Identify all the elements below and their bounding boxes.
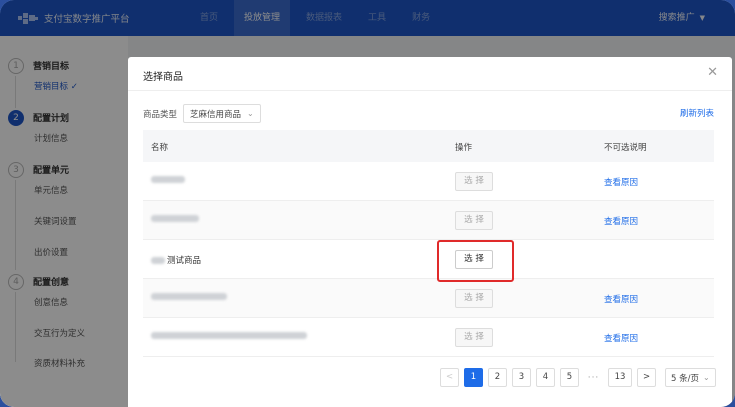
product-name bbox=[151, 176, 185, 183]
refresh-list-link[interactable]: 刷新列表 bbox=[680, 107, 714, 119]
product-type-filter: 商品类型 芝麻信用商品 ⌄ bbox=[143, 104, 261, 123]
redacted-text bbox=[151, 256, 165, 264]
product-name-text: 测试商品 bbox=[167, 256, 202, 266]
page-button-4[interactable]: 4 bbox=[536, 368, 555, 387]
redacted-text bbox=[151, 293, 227, 300]
table-row: 选 择 查看原因 bbox=[143, 162, 714, 201]
modal-title: 选择商品 bbox=[143, 72, 183, 83]
filter-label: 商品类型 bbox=[143, 109, 178, 120]
page-button-2[interactable]: 2 bbox=[488, 368, 507, 387]
table-row: 选 择 查看原因 bbox=[143, 279, 714, 318]
product-type-select[interactable]: 芝麻信用商品 ⌄ bbox=[183, 104, 261, 123]
page-button-3[interactable]: 3 bbox=[512, 368, 531, 387]
select-button[interactable]: 选 择 bbox=[455, 328, 493, 347]
close-icon[interactable]: ✕ bbox=[707, 65, 718, 81]
chevron-down-icon: ⌄ bbox=[702, 373, 710, 382]
redacted-text bbox=[151, 332, 307, 339]
product-type-value: 芝麻信用商品 bbox=[190, 109, 242, 120]
table-row: 测试商品 选 择 bbox=[143, 240, 714, 279]
product-table: 名称 操作 不可选说明 选 择 查看原因 选 择 查看原因 测试商品 选 择 选… bbox=[143, 130, 714, 357]
redacted-text bbox=[151, 176, 185, 183]
page-size-value: 5 条/页 bbox=[671, 373, 699, 384]
next-page-button[interactable]: > bbox=[637, 368, 656, 387]
select-button[interactable]: 选 择 bbox=[455, 172, 493, 191]
highlight-box bbox=[437, 240, 514, 282]
view-reason-link[interactable]: 查看原因 bbox=[604, 215, 638, 227]
page-ellipsis[interactable]: ··· bbox=[584, 373, 603, 383]
column-header-action: 操作 bbox=[455, 143, 473, 153]
page-button-5[interactable]: 5 bbox=[560, 368, 579, 387]
table-header: 名称 操作 不可选说明 bbox=[143, 130, 714, 162]
select-product-modal: 选择商品 ✕ 商品类型 芝麻信用商品 ⌄ 刷新列表 名称 操作 不可选说明 选 … bbox=[128, 57, 732, 407]
table-row: 选 择 查看原因 bbox=[143, 201, 714, 240]
product-name bbox=[151, 293, 227, 300]
column-header-note: 不可选说明 bbox=[604, 143, 647, 153]
select-button[interactable]: 选 择 bbox=[455, 211, 493, 230]
select-button[interactable]: 选 择 bbox=[455, 289, 493, 308]
pagination: < 1 2 3 4 5 ··· 13 > 5 条/页 ⌄ bbox=[440, 368, 716, 387]
app-window: 支付宝数字推广平台 首页 投放管理 数据报表 工具 财务 搜索推广 ▼ 1 营销目… bbox=[0, 0, 735, 407]
modal-header: 选择商品 ✕ bbox=[128, 57, 732, 91]
product-name: 测试商品 bbox=[151, 254, 201, 266]
chevron-down-icon: ⌄ bbox=[247, 109, 254, 118]
redacted-text bbox=[151, 215, 199, 222]
view-reason-link[interactable]: 查看原因 bbox=[604, 293, 638, 305]
page-button-last[interactable]: 13 bbox=[608, 368, 632, 387]
column-header-name: 名称 bbox=[151, 143, 169, 153]
product-name bbox=[151, 215, 199, 222]
page-size-select[interactable]: 5 条/页 ⌄ bbox=[665, 368, 716, 387]
view-reason-link[interactable]: 查看原因 bbox=[604, 332, 638, 344]
table-row: 选 择 查看原因 bbox=[143, 318, 714, 357]
view-reason-link[interactable]: 查看原因 bbox=[604, 176, 638, 188]
prev-page-button[interactable]: < bbox=[440, 368, 459, 387]
page-button-1[interactable]: 1 bbox=[464, 368, 483, 387]
product-name bbox=[151, 332, 307, 339]
